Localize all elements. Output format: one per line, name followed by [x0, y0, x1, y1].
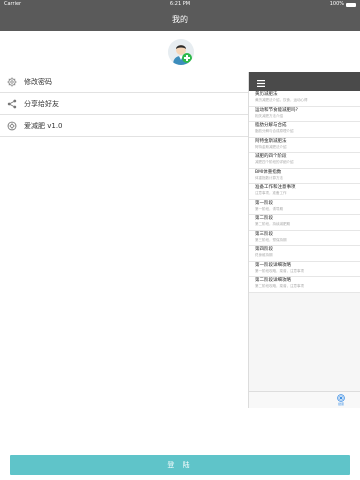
article-subtitle: 减肥四个阶段的详细介绍 — [255, 160, 294, 164]
article-panel: 黄历减肥法 黄历减肥法介绍，饮食，运动心得 运动和节食能减肥吗? 相关减肥方法介… — [248, 72, 360, 408]
article-item[interactable]: 第一阶段 第一阶段，诱导期 — [249, 200, 360, 215]
tab-bar: 健康 — [249, 391, 360, 408]
article-title: 第一阶段 — [255, 200, 273, 206]
menu-label: 修改密码 — [24, 77, 52, 86]
article-item[interactable]: 阿特金斯减肥法 阿特金斯减肥法介绍 — [249, 138, 360, 153]
tab-health[interactable]: 健康 — [328, 394, 354, 406]
user-add-icon — [168, 39, 194, 65]
flower-icon — [7, 121, 17, 131]
article-item[interactable]: BMI体重指数 体重指数计算方法 — [249, 169, 360, 184]
gear-icon — [7, 77, 17, 87]
article-list: 黄历减肥法 黄历减肥法介绍，饮食，运动心得 运动和节食能减肥吗? 相关减肥方法介… — [249, 91, 360, 293]
article-subtitle: 第二阶段，持续减肥期 — [255, 222, 290, 226]
article-title: 第二阶段详细攻略 — [255, 278, 291, 283]
article-subtitle: 黄历减肥法介绍，饮食，运动心得 — [255, 98, 308, 102]
article-title: 黄历减肥法 — [255, 92, 278, 97]
article-subtitle: 终身维持期 — [255, 253, 273, 257]
article-item[interactable]: 第二阶段 第二阶段，持续减肥期 — [249, 215, 360, 231]
article-subtitle: 脂肪分解与合成原理介绍 — [255, 129, 294, 133]
article-item[interactable]: 第一阶段详细攻略 第一阶段攻略，菜谱，注意事项 — [249, 262, 360, 277]
login-label: 登 陆 — [167, 461, 193, 469]
menu-label: 分享给好友 — [24, 99, 59, 108]
article-subtitle: 体重指数计算方法 — [255, 175, 283, 180]
article-item[interactable]: 运动和节食能减肥吗? 相关减肥方法介绍 — [249, 107, 360, 122]
article-title: BMI体重指数 — [255, 169, 282, 175]
article-subtitle: 注意事项，准备工作 — [255, 191, 287, 195]
article-title: 第一阶段详细攻略 — [255, 262, 291, 268]
menu-item-about[interactable]: 爱减肥 v1.0 — [0, 115, 248, 137]
article-title: 减肥的四个阶段 — [255, 154, 287, 159]
article-subtitle: 第三阶段，预保持期 — [255, 237, 287, 242]
page-title: 我的 — [172, 15, 188, 24]
article-item[interactable]: 脂肪分解与合成 脂肪分解与合成原理介绍 — [249, 122, 360, 138]
article-title: 准备工作和注意事项 — [255, 185, 296, 190]
clock: 6:21 PM — [169, 1, 191, 7]
wheel-icon — [337, 394, 345, 402]
article-subtitle: 第一阶段，诱导期 — [255, 206, 283, 211]
article-title: 第三阶段 — [255, 231, 273, 237]
article-title: 阿特金斯减肥法 — [255, 138, 287, 144]
nav-bar: 我的 — [0, 9, 360, 31]
menu-label: 爱减肥 v1.0 — [24, 121, 63, 130]
battery-percent: 100% — [329, 1, 344, 7]
battery-icon — [346, 2, 356, 7]
login-button[interactable]: 登 陆 — [10, 455, 350, 475]
article-subtitle: 阿特金斯减肥法介绍 — [255, 144, 287, 149]
settings-menu: 修改密码 分享给好友 爱减肥 v1.0 — [0, 71, 248, 137]
article-title: 第二阶段 — [255, 216, 273, 221]
article-item[interactable]: 第二阶段详细攻略 第二阶段攻略，菜谱，注意事项 — [249, 277, 360, 293]
article-item[interactable]: 准备工作和注意事项 注意事项，准备工作 — [249, 184, 360, 200]
menu-item-share[interactable]: 分享给好友 — [0, 93, 248, 115]
article-title: 第四阶段 — [255, 247, 273, 252]
article-subtitle: 相关减肥方法介绍 — [255, 113, 283, 118]
article-item[interactable]: 黄历减肥法 黄历减肥法介绍，饮食，运动心得 — [249, 91, 360, 107]
battery-status: 100% — [330, 0, 356, 9]
article-item[interactable]: 减肥的四个阶段 减肥四个阶段的详细介绍 — [249, 153, 360, 169]
article-item[interactable]: 第三阶段 第三阶段，预保持期 — [249, 231, 360, 246]
article-item[interactable]: 第四阶段 终身维持期 — [249, 246, 360, 262]
article-subtitle: 第二阶段攻略，菜谱，注意事项 — [255, 284, 304, 288]
avatar[interactable] — [168, 39, 194, 65]
article-subtitle: 第一阶段攻略，菜谱，注意事项 — [255, 268, 304, 273]
hamburger-menu-icon[interactable] — [257, 72, 265, 91]
tab-label: 健康 — [337, 402, 344, 406]
article-title: 脂肪分解与合成 — [255, 123, 287, 128]
menu-item-change-password[interactable]: 修改密码 — [0, 71, 248, 93]
article-title: 运动和节食能减肥吗? — [255, 107, 298, 113]
panel-header — [249, 72, 360, 91]
status-bar: Carrier 6:21 PM 100% — [0, 0, 360, 9]
share-icon — [7, 99, 17, 109]
